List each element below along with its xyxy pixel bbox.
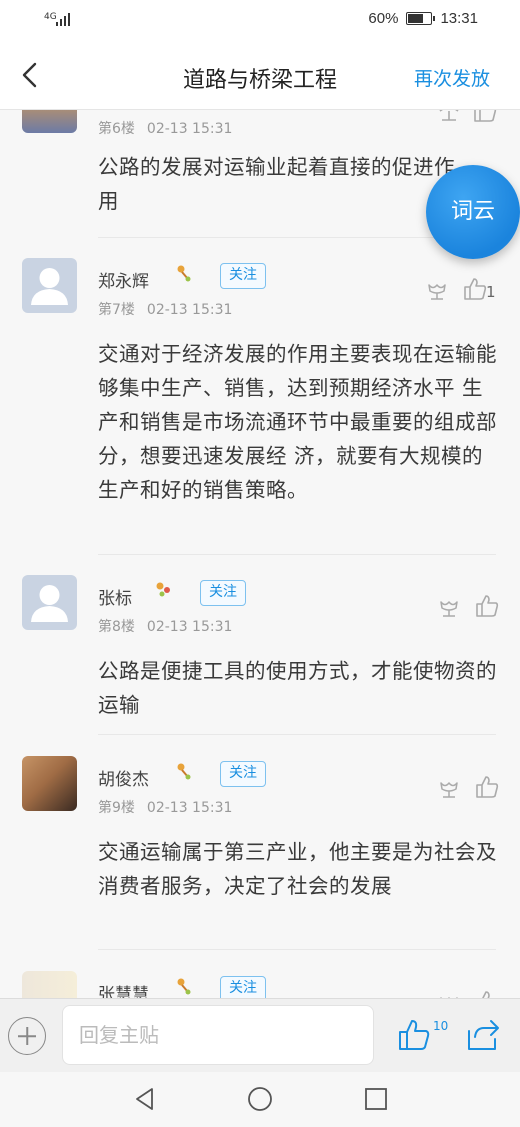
post-time: 02-13 15:31 bbox=[146, 800, 233, 816]
network-type: 4G bbox=[44, 12, 57, 22]
flower-icon[interactable] bbox=[436, 990, 462, 998]
like-icon[interactable] bbox=[462, 276, 488, 302]
divider bbox=[98, 554, 496, 555]
nav-back-button[interactable] bbox=[130, 1084, 160, 1114]
flower-icon[interactable] bbox=[436, 775, 462, 801]
circle-home-icon bbox=[248, 1087, 272, 1111]
default-avatar-icon bbox=[31, 268, 68, 305]
signal-icon bbox=[56, 12, 70, 26]
nav-recents-button[interactable] bbox=[361, 1084, 391, 1114]
floor-number: 第6楼 02-13 15:31 bbox=[98, 121, 233, 137]
follow-button[interactable]: 关注 bbox=[220, 976, 266, 998]
title-bar: 道路与桥梁工程 再次发放 bbox=[0, 40, 520, 110]
square-recents-icon bbox=[365, 1088, 387, 1110]
floor-number: 第8楼 02-13 15:31 bbox=[98, 619, 233, 635]
status-bar: 4G 60% 13:31 bbox=[0, 0, 520, 40]
like-thread-icon[interactable] bbox=[396, 1017, 432, 1053]
repost-button[interactable]: 再次发放 bbox=[414, 64, 490, 91]
like-icon[interactable] bbox=[472, 110, 498, 124]
like-icon[interactable] bbox=[474, 989, 500, 998]
flower-icon[interactable] bbox=[424, 277, 450, 303]
system-nav-bar bbox=[0, 1072, 520, 1127]
reply-input[interactable] bbox=[62, 1005, 374, 1065]
author-name[interactable]: 张标 bbox=[98, 584, 132, 609]
avatar[interactable] bbox=[22, 971, 77, 998]
medal-icon bbox=[177, 265, 191, 282]
avatar[interactable] bbox=[22, 258, 77, 313]
divider bbox=[98, 734, 496, 735]
medal-icon bbox=[177, 978, 191, 995]
avatar[interactable] bbox=[22, 756, 77, 811]
follow-button[interactable]: 关注 bbox=[220, 761, 266, 787]
medal-icon bbox=[156, 582, 170, 597]
post-time: 02-13 15:31 bbox=[146, 619, 233, 635]
post-time: 02-13 15:31 bbox=[146, 302, 233, 318]
thread-like-count: 10 bbox=[433, 1019, 449, 1033]
author-name[interactable]: 胡俊杰 bbox=[98, 765, 149, 790]
avatar[interactable] bbox=[22, 575, 77, 630]
post-content: 公路是便捷工具的使用方式，才能使物资的运输 bbox=[98, 659, 497, 717]
battery-percent: 60% bbox=[368, 10, 399, 27]
avatar[interactable] bbox=[22, 110, 77, 133]
triangle-back-icon bbox=[136, 1088, 153, 1110]
share-icon[interactable] bbox=[464, 1017, 500, 1053]
post-content: 交通运输属于第三产业，他主要是为社会及消费者服务，决定了社会的发展 bbox=[98, 840, 497, 898]
like-icon[interactable] bbox=[474, 774, 500, 800]
default-avatar-icon bbox=[31, 585, 68, 622]
post-content: 公路的发展对运输业起着直接的促进作用 bbox=[98, 155, 455, 213]
nav-home-button[interactable] bbox=[245, 1084, 275, 1114]
clock: 13:31 bbox=[440, 10, 478, 27]
battery-icon bbox=[406, 12, 436, 25]
medal-icon bbox=[177, 763, 191, 780]
follow-button[interactable]: 关注 bbox=[200, 580, 246, 606]
add-attachment-button[interactable] bbox=[8, 1017, 46, 1055]
floor-number: 第9楼 02-13 15:31 bbox=[98, 800, 233, 816]
word-cloud-button[interactable]: 词云 bbox=[426, 165, 520, 259]
author-name[interactable]: 张慧慧 bbox=[98, 980, 149, 998]
flower-icon[interactable] bbox=[436, 110, 462, 124]
floor-number: 第7楼 02-13 15:31 bbox=[98, 302, 233, 318]
post-time: 02-13 15:31 bbox=[146, 121, 233, 137]
divider bbox=[98, 949, 496, 950]
post-content: 交通对于经济发展的作用主要表现在运输能够集中生产、销售，达到预期经济水平 生产和… bbox=[98, 342, 497, 502]
author-name[interactable]: 郑永辉 bbox=[98, 267, 149, 292]
flower-icon[interactable] bbox=[436, 594, 462, 620]
reply-bar: 10 bbox=[0, 998, 520, 1072]
follow-button[interactable]: 关注 bbox=[220, 263, 266, 289]
like-count: 1 bbox=[486, 283, 496, 301]
like-icon[interactable] bbox=[474, 593, 500, 619]
